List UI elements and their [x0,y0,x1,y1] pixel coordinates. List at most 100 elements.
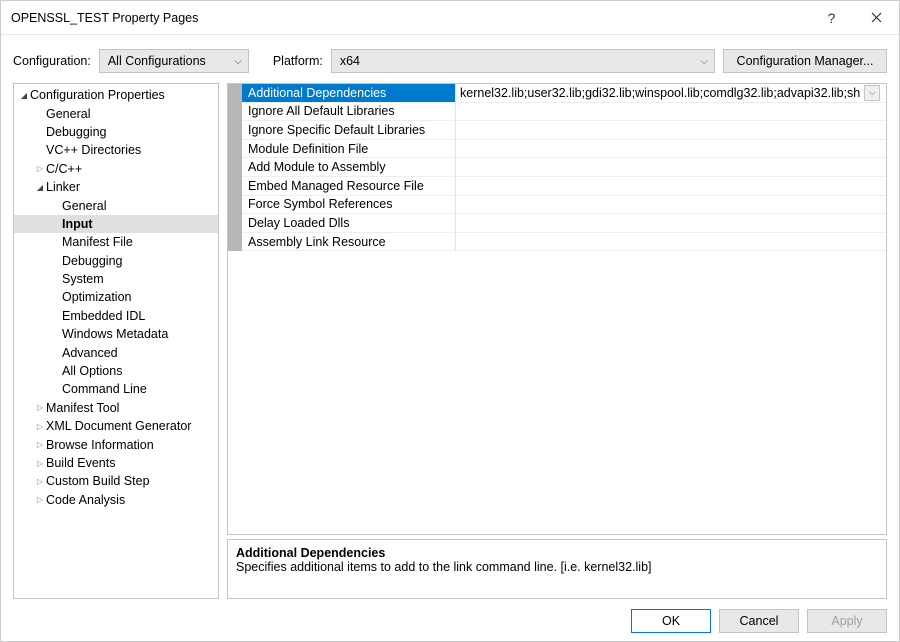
tree-item-label: Debugging [62,254,122,268]
tree-item[interactable]: Embedded IDL [14,307,218,325]
tree-item[interactable]: Optimization [14,288,218,306]
tree-item-label: System [62,272,104,286]
property-name: Embed Managed Resource File [242,177,456,195]
tree-expand-icon[interactable]: ▷ [34,459,46,468]
tree-item-label: Advanced [62,346,118,360]
cancel-label: Cancel [740,614,779,628]
chevron-down-icon: ⌵ [234,56,242,67]
tree-expand-icon[interactable]: ▷ [34,422,46,431]
platform-dropdown[interactable]: x64 ⌵ [331,49,715,73]
tree-item[interactable]: VC++ Directories [14,141,218,159]
property-row[interactable]: Ignore Specific Default Libraries [242,121,886,140]
tree-item[interactable]: ▷Custom Build Step [14,472,218,490]
tree-expand-icon[interactable]: ▷ [34,440,46,449]
property-name: Assembly Link Resource [242,233,456,251]
body: ◢Configuration Properties General Debuggin… [1,83,899,605]
tree-collapse-icon[interactable]: ◢ [34,183,46,192]
tree-item[interactable]: ▷Browse Information [14,435,218,453]
configuration-value: All Configurations [108,54,206,68]
property-value-text: kernel32.lib;user32.lib;gdi32.lib;winspo… [460,86,860,100]
property-value[interactable] [456,140,886,158]
property-name: Add Module to Assembly [242,158,456,176]
property-row[interactable]: Additional Dependencieskernel32.lib;user… [242,84,886,103]
property-value[interactable] [456,233,886,251]
tree-item[interactable]: All Options [14,362,218,380]
tree-item[interactable]: Windows Metadata [14,325,218,343]
tree-item-label: Manifest Tool [46,401,119,415]
tree-item[interactable]: Advanced [14,343,218,361]
tree-item-label: Custom Build Step [46,474,150,488]
close-button[interactable] [854,1,899,35]
property-dropdown-button[interactable]: ⌵ [864,85,880,101]
property-value[interactable]: kernel32.lib;user32.lib;gdi32.lib;winspo… [456,84,886,102]
property-name: Ignore All Default Libraries [242,103,456,121]
property-name: Ignore Specific Default Libraries [242,121,456,139]
tree-item[interactable]: Debugging [14,252,218,270]
property-row[interactable]: Embed Managed Resource File [242,177,886,196]
tree-item[interactable]: Manifest File [14,233,218,251]
ok-button[interactable]: OK [631,609,711,633]
tree-expand-icon[interactable]: ▷ [34,403,46,412]
close-icon [871,12,882,23]
property-row[interactable]: Add Module to Assembly [242,158,886,177]
tree-item-label: Linker [46,180,80,194]
property-value[interactable] [456,103,886,121]
tree-item[interactable]: Input [14,215,218,233]
tree-item[interactable]: System [14,270,218,288]
footer: OK Cancel Apply [1,605,899,641]
tree-item-label: General [62,199,106,213]
property-row[interactable]: Delay Loaded Dlls [242,214,886,233]
property-value[interactable] [456,196,886,214]
apply-button[interactable]: Apply [807,609,887,633]
tree-item[interactable]: ▷Code Analysis [14,491,218,509]
description-panel: Additional Dependencies Specifies additi… [227,539,887,599]
property-value[interactable] [456,158,886,176]
property-row[interactable]: Module Definition File [242,140,886,159]
tree-item-label: Build Events [46,456,115,470]
tree-item[interactable]: ▷Build Events [14,454,218,472]
tree-item-label: C/C++ [46,162,82,176]
property-value[interactable] [456,121,886,139]
config-tree[interactable]: ◢Configuration Properties General Debuggin… [13,83,219,599]
tree-item[interactable]: General [14,104,218,122]
tree-item[interactable]: ▷Manifest Tool [14,399,218,417]
chevron-down-icon: ⌵ [700,56,708,67]
tree-item-label: All Options [62,364,122,378]
window-title: OPENSSL_TEST Property Pages [11,11,809,25]
tree-item[interactable]: ◢Linker [14,178,218,196]
property-row[interactable]: Ignore All Default Libraries [242,103,886,122]
configuration-manager-button[interactable]: Configuration Manager... [723,49,887,73]
tree-item[interactable]: Command Line [14,380,218,398]
config-bar: Configuration: All Configurations ⌵ Plat… [1,35,899,83]
tree-expand-icon[interactable]: ▷ [34,477,46,486]
right-panel: Additional Dependencieskernel32.lib;user… [227,83,887,599]
tree-collapse-icon[interactable]: ◢ [18,91,30,100]
tree-item-label: Debugging [46,125,106,139]
property-row[interactable]: Force Symbol References [242,196,886,215]
cancel-button[interactable]: Cancel [719,609,799,633]
property-name: Delay Loaded Dlls [242,214,456,232]
tree-expand-icon[interactable]: ▷ [34,164,46,173]
tree-item[interactable]: General [14,196,218,214]
grid-gutter [228,84,242,251]
property-value[interactable] [456,214,886,232]
property-value[interactable] [456,177,886,195]
property-row[interactable]: Assembly Link Resource [242,233,886,252]
configuration-dropdown[interactable]: All Configurations ⌵ [99,49,249,73]
property-grid: Additional Dependencieskernel32.lib;user… [227,83,887,535]
property-name: Force Symbol References [242,196,456,214]
tree-item[interactable]: Debugging [14,123,218,141]
tree-item-label: Browse Information [46,438,154,452]
help-button[interactable]: ? [809,1,854,35]
tree-item[interactable]: ▷XML Document Generator [14,417,218,435]
tree-expand-icon[interactable]: ▷ [34,495,46,504]
tree-item[interactable]: ▷C/C++ [14,160,218,178]
tree-item-label: Manifest File [62,235,133,249]
grid-fill [228,251,886,534]
titlebar: OPENSSL_TEST Property Pages ? [1,1,899,35]
property-pages-window: OPENSSL_TEST Property Pages ? Configurat… [0,0,900,642]
tree-item[interactable]: ◢Configuration Properties [14,86,218,104]
configuration-manager-label: Configuration Manager... [737,54,874,68]
tree-item-label: Command Line [62,382,147,396]
tree-item-label: General [46,107,90,121]
